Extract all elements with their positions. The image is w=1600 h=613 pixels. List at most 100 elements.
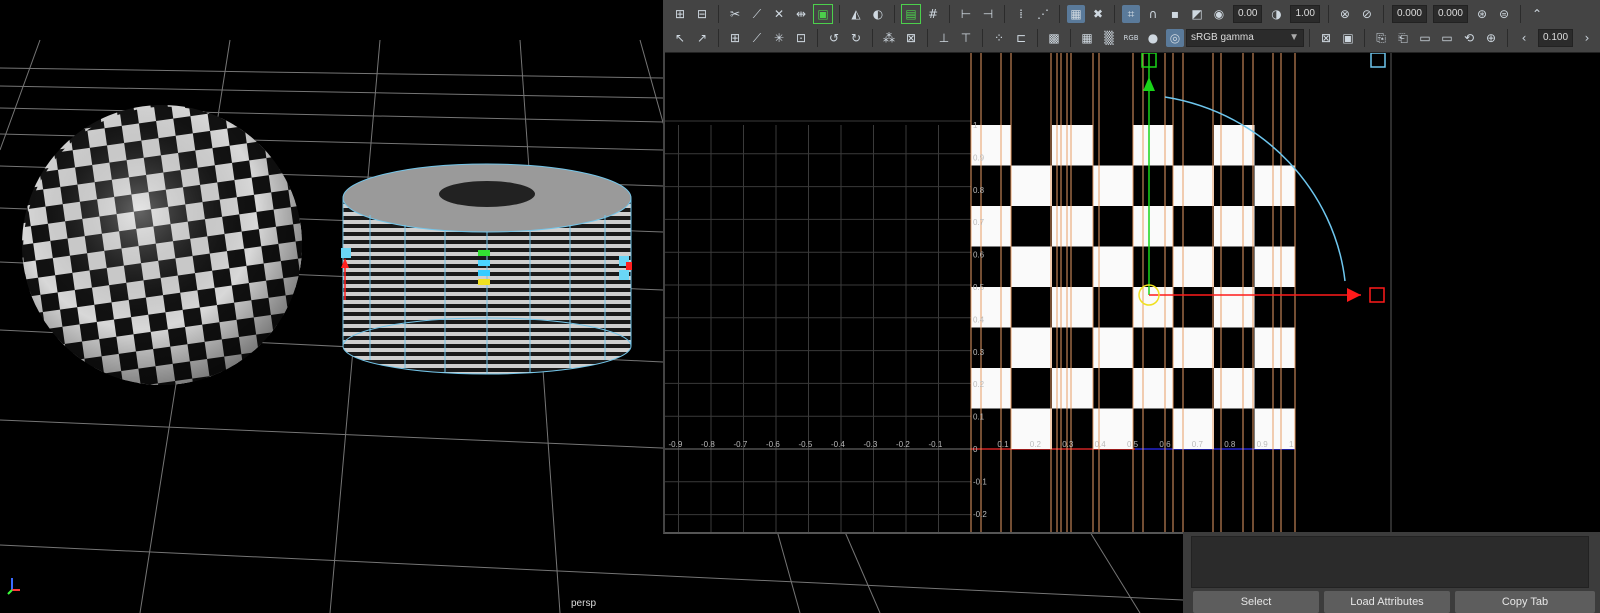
u-tick-label: 1	[1289, 440, 1294, 449]
checker-cell	[1011, 165, 1052, 206]
orient-shells-icon[interactable]: ⊠	[902, 29, 920, 47]
step-field[interactable]: 0.100	[1538, 29, 1574, 47]
optimize-icon[interactable]: ⟋	[748, 29, 766, 47]
v-tick-label: -0.1	[973, 477, 987, 486]
cycle-uv-icon[interactable]: ⟲	[1460, 29, 1478, 47]
rgb-channel-icon[interactable]: RGB	[1122, 29, 1140, 47]
gamma-icon[interactable]: ◑	[1267, 5, 1285, 23]
color-space-dropdown[interactable]: sRGB gamma ▼	[1186, 29, 1304, 47]
v-tick-label: 0.6	[973, 251, 985, 260]
absolute-move-icon[interactable]: ⊜	[1495, 5, 1513, 23]
paste-uv-icon[interactable]: ⎗	[1394, 29, 1412, 47]
checker-icon[interactable]: ▦	[1078, 29, 1096, 47]
copy-tab-button[interactable]: Copy Tab	[1455, 591, 1595, 613]
shaded-uv-icon[interactable]: ✖	[1089, 5, 1107, 23]
filter-icon[interactable]: ◩	[1188, 5, 1206, 23]
align-top-icon[interactable]: ⊤	[957, 29, 975, 47]
u-tick-label: -0.9	[669, 440, 683, 449]
move-sew-icon[interactable]: ⇹	[792, 5, 810, 23]
isolate-select-icon[interactable]: ▪	[1166, 5, 1184, 23]
rotate-uv-icon[interactable]: ◐	[869, 5, 887, 23]
view-image-icon[interactable]: ▣	[1339, 29, 1357, 47]
sew-uv-icon[interactable]: ⟋	[748, 5, 766, 23]
flip-uv-icon[interactable]: ◭	[847, 5, 865, 23]
exposure-icon[interactable]: ◉	[1210, 5, 1228, 23]
align-left-icon[interactable]: ⊢	[957, 5, 975, 23]
unfold-icon[interactable]: ⊞	[726, 29, 744, 47]
grid-select-icon[interactable]: #	[924, 5, 942, 23]
straighten-icon[interactable]: ⊡	[792, 29, 810, 47]
gamma-field[interactable]: 1.00	[1290, 5, 1320, 23]
uv-editor-panel[interactable]: ⊞ ⊟ ✂ ⟋ ✕ ⇹ ▣ ◭ ◐ ▤ # ⊢ ⊣ ⁞ ⋰ ▦ ✖ ⌗ ∩ ▪ …	[663, 0, 1600, 534]
v-tick-label: 0.4	[973, 315, 985, 324]
u-tick-label: 0.3	[1062, 440, 1074, 449]
v-tick-label: 0	[973, 445, 978, 454]
rotate-cw-icon[interactable]: ↻	[847, 29, 865, 47]
align-right-icon[interactable]: ⊣	[979, 5, 997, 23]
step-up-icon[interactable]: ⌃	[1528, 5, 1546, 23]
pin-uv-icon[interactable]: ⊗	[1336, 5, 1354, 23]
checker-cell	[1214, 287, 1255, 328]
relative-move-icon[interactable]: ⊛	[1473, 5, 1491, 23]
select-shell-icon[interactable]: ▤	[901, 4, 921, 24]
layout-uv-icon[interactable]: ▣	[813, 4, 833, 24]
rotate-ccw-icon[interactable]: ↺	[825, 29, 843, 47]
flip-shells-icon[interactable]: ⊕	[1482, 29, 1500, 47]
attribute-notes-field[interactable]	[1191, 536, 1589, 588]
u-tick-label: -0.1	[929, 440, 943, 449]
u-tick-label: 0.4	[1095, 440, 1107, 449]
magnet-icon[interactable]: ∩	[1144, 5, 1162, 23]
checker-cell	[1133, 368, 1174, 409]
sphere-shading-icon[interactable]: ●	[1144, 29, 1162, 47]
u-tick-label: -0.8	[701, 440, 715, 449]
paste-u-icon[interactable]: ▭	[1416, 29, 1434, 47]
copy-uv-icon[interactable]: ⎘	[1372, 29, 1390, 47]
match-grid-icon[interactable]: ⊏	[1012, 29, 1030, 47]
align-bottom-icon[interactable]: ⊥	[935, 29, 953, 47]
u-tick-label: -0.2	[896, 440, 910, 449]
uv-canvas[interactable]: 1 0.9 0.8 0.7 0.6 0.5 0.4 0.3 0.2 0.1 0 -0.1 -0.2 -0.…	[665, 53, 1600, 532]
select-tool-icon[interactable]: ↖	[671, 29, 689, 47]
step-left-icon[interactable]: ‹	[1515, 29, 1533, 47]
manip-v-arrow[interactable]	[1143, 77, 1155, 91]
select-button[interactable]: Select	[1193, 591, 1319, 613]
checker-cell	[1173, 165, 1214, 206]
snap-uv-icon[interactable]: ⋰	[1034, 5, 1052, 23]
paste-v-icon[interactable]: ▭	[1438, 29, 1456, 47]
unfold-grid-icon[interactable]: ⊟	[693, 5, 711, 23]
exposure-field[interactable]: 0.00	[1233, 5, 1263, 23]
u-tick-label: 0.6	[1159, 440, 1171, 449]
uv-distortion-icon[interactable]: ⌗	[1122, 5, 1140, 23]
v-offset-field[interactable]: 0.000	[1432, 5, 1468, 23]
toolbar-row-top: ⊞ ⊟ ✂ ⟋ ✕ ⇹ ▣ ◭ ◐ ▤ # ⊢ ⊣ ⁞ ⋰ ▦ ✖ ⌗ ∩ ▪ …	[669, 2, 1548, 26]
v-tick-label: 0.5	[973, 283, 985, 292]
checker-cell	[1214, 206, 1255, 247]
lasso-tool-icon[interactable]: ↗	[693, 29, 711, 47]
manip-scale-handle[interactable]	[1370, 53, 1386, 68]
distribute-icon[interactable]: ⁞	[1012, 5, 1030, 23]
manip-u-arrow[interactable]	[1347, 288, 1361, 302]
uv-move-manipulator[interactable]	[1138, 53, 1392, 532]
checker-cell	[1011, 327, 1052, 368]
step-right-icon[interactable]: ›	[1578, 29, 1596, 47]
checker-cell	[1254, 165, 1295, 206]
cut-uv-icon[interactable]: ✂	[726, 5, 744, 23]
dim-image-icon[interactable]: ▒	[1100, 29, 1118, 47]
stack-shells-icon[interactable]: ⁂	[880, 29, 898, 47]
texture-borders-icon[interactable]: ▩	[1045, 29, 1063, 47]
symmetry-icon[interactable]: ✳	[770, 29, 788, 47]
u-offset-field[interactable]: 0.000	[1391, 5, 1427, 23]
normalize-icon[interactable]: ⁘	[990, 29, 1008, 47]
display-image-icon[interactable]: ▦	[1067, 5, 1085, 23]
load-attributes-button[interactable]: Load Attributes	[1324, 591, 1450, 613]
manip-u-handle[interactable]	[1369, 287, 1385, 303]
selected-cylinder[interactable]	[341, 163, 632, 375]
snapshot-icon[interactable]: ⊠	[1317, 29, 1335, 47]
split-uv-icon[interactable]: ✕	[770, 5, 788, 23]
checker-cell	[1011, 246, 1052, 287]
v-tick-label: 0.7	[973, 218, 985, 227]
color-management-icon[interactable]: ◎	[1166, 29, 1184, 47]
grid-snap-icon[interactable]: ⊞	[671, 5, 689, 23]
unpin-uv-icon[interactable]: ⊘	[1358, 5, 1376, 23]
u-tick-label: -0.5	[799, 440, 813, 449]
